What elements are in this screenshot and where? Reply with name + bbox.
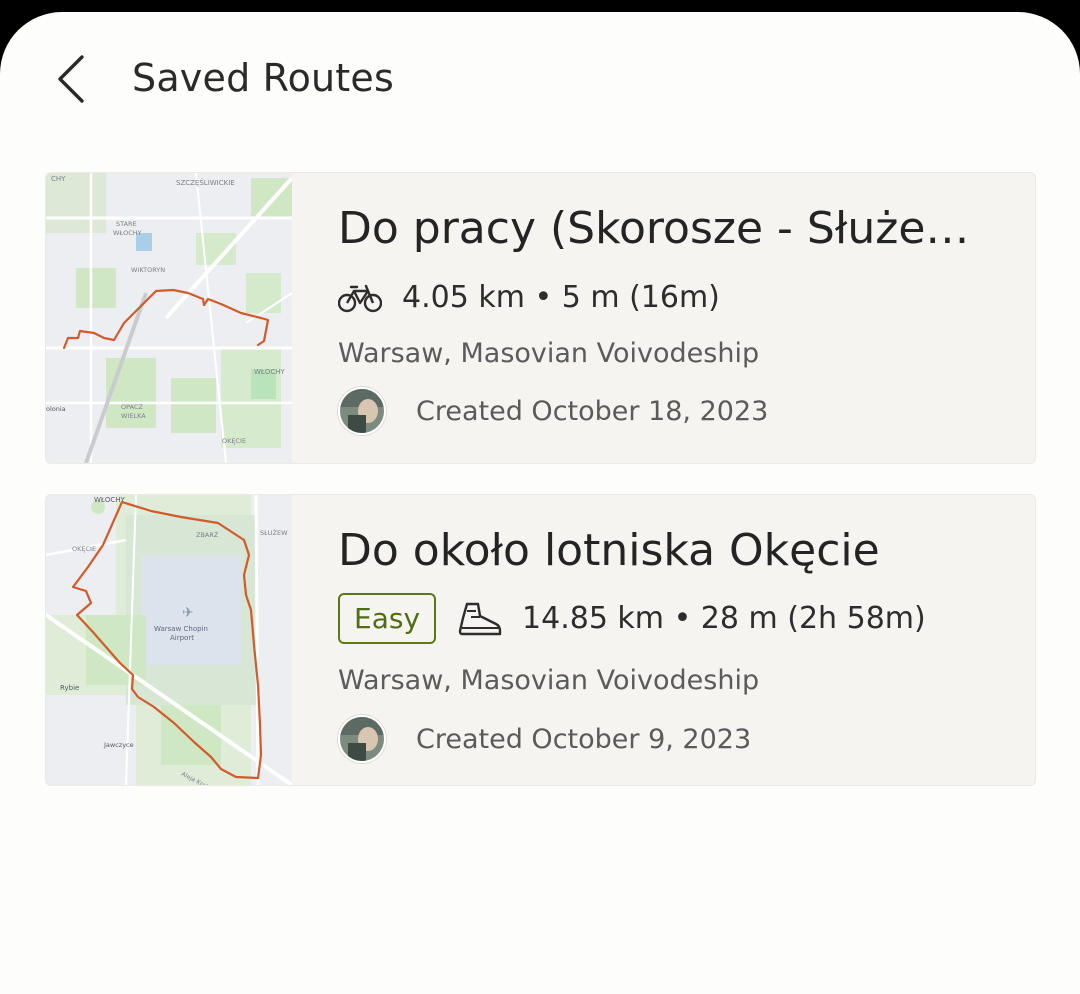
route-location: Warsaw, Masovian Voivodeship xyxy=(338,338,760,369)
map-label: SZCZĘŚLIWICKIE xyxy=(176,178,235,187)
route-name: Do pracy (Skorosze - Służewiec) xyxy=(338,203,978,254)
back-button[interactable] xyxy=(46,50,94,108)
screen: Saved Routes CHY SZCZĘŚLIWICKIE STARE WŁ… xyxy=(0,12,1080,994)
map-label: olonia xyxy=(46,405,66,413)
route-card[interactable]: CHY SZCZĘŚLIWICKIE STARE WŁOCHY WIKTORYN… xyxy=(45,172,1036,464)
route-stats-text: 4.05 km • 5 m (16m) xyxy=(402,280,720,315)
page-title: Saved Routes xyxy=(132,56,394,100)
avatar xyxy=(338,715,386,763)
map-label: WŁOCHY xyxy=(254,368,286,376)
route-card[interactable]: WŁOCHY OKĘCIE ZBARŻ SŁUŻEW ✈ Warsaw Chop… xyxy=(45,494,1036,786)
route-stats-text: 14.85 km • 28 m (2h 58m) xyxy=(522,601,926,636)
difficulty-badge: Easy xyxy=(338,593,437,644)
route-map-thumbnail: CHY SZCZĘŚLIWICKIE STARE WŁOCHY WIKTORYN… xyxy=(46,173,292,463)
map-label: CHY xyxy=(51,175,66,183)
map-label: OKĘCIE xyxy=(72,545,96,553)
header: Saved Routes xyxy=(0,12,1080,152)
airport-icon: ✈ xyxy=(182,605,194,621)
route-info: Do pracy (Skorosze - Służewiec) 4.05 km … xyxy=(338,173,1018,463)
map-label: WIKTORYN xyxy=(131,266,165,274)
route-location: Warsaw, Masovian Voivodeship xyxy=(338,665,760,696)
map-label: STARE xyxy=(116,220,137,228)
bicycle-icon xyxy=(338,283,382,313)
map-label: Jawczyce xyxy=(103,741,134,749)
route-stats: Easy 14.85 km • 28 m (2h 58m) xyxy=(338,593,926,644)
route-created: Created October 18, 2023 xyxy=(338,387,768,435)
map-label: OPACZ xyxy=(121,403,143,411)
map-label: Airport xyxy=(170,634,194,642)
map-label: WŁOCHY xyxy=(113,229,142,237)
avatar xyxy=(338,387,386,435)
route-info: Do około lotniska Okęcie Easy 14.85 km •… xyxy=(338,495,1018,785)
map-label: OKĘCIE xyxy=(222,437,246,445)
hiking-boot-icon xyxy=(458,600,502,638)
chevron-left-icon xyxy=(58,55,84,103)
route-created-text: Created October 9, 2023 xyxy=(416,723,752,755)
route-created: Created October 9, 2023 xyxy=(338,715,751,763)
route-name: Do około lotniska Okęcie xyxy=(338,525,880,576)
map-label: Rybie xyxy=(60,684,79,692)
map-label: WIELKA xyxy=(121,412,146,420)
map-label: Warsaw Chopin xyxy=(154,625,208,633)
route-created-text: Created October 18, 2023 xyxy=(416,395,769,427)
map-label: SŁUŻEW xyxy=(260,528,288,537)
route-stats: 4.05 km • 5 m (16m) xyxy=(338,280,720,315)
map-label: ZBARŻ xyxy=(196,530,219,539)
route-map-thumbnail: WŁOCHY OKĘCIE ZBARŻ SŁUŻEW ✈ Warsaw Chop… xyxy=(46,495,292,785)
